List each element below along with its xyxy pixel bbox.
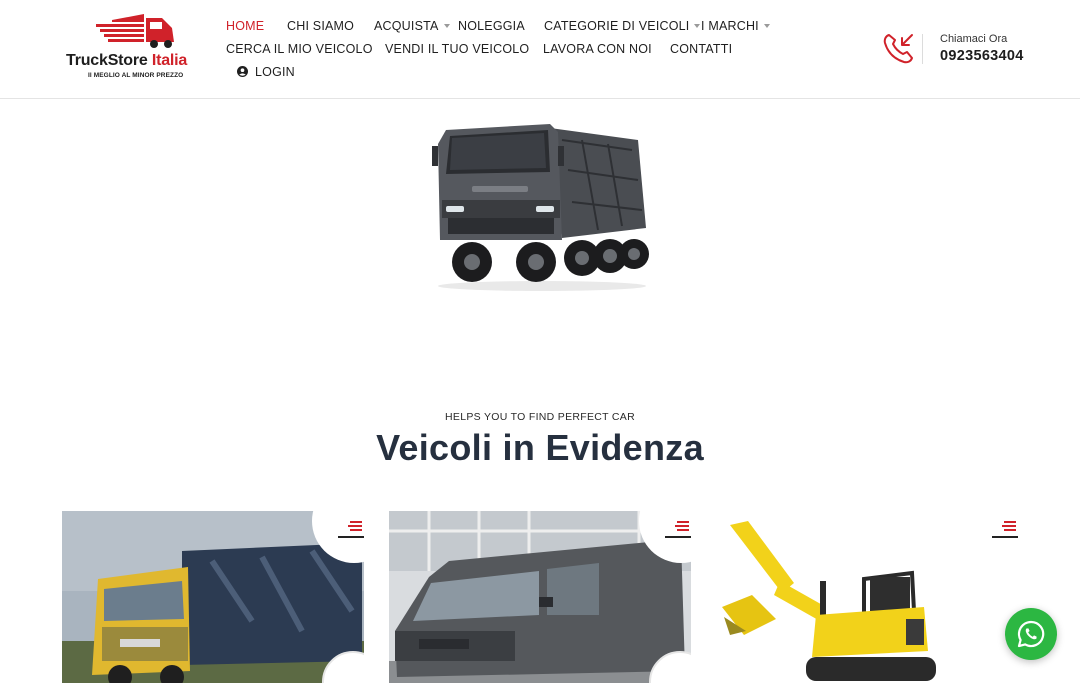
nav-contatti[interactable]: CONTATTI [670, 42, 732, 56]
brand-watermark-icon [992, 521, 1018, 538]
nav-marchi[interactable]: I MARCHI [701, 19, 770, 33]
nav-chi-siamo[interactable]: CHI SIAMO [287, 19, 354, 33]
nav-marchi-label: I MARCHI [701, 19, 759, 33]
nav-home[interactable]: HOME [226, 19, 264, 33]
nav-categorie-label: CATEGORIE DI VEICOLI [544, 19, 690, 33]
chevron-down-icon [443, 23, 450, 28]
contact-divider [922, 34, 923, 64]
nav-vendi-veicolo[interactable]: VENDI IL TUO VEICOLO [385, 42, 529, 56]
nav-login[interactable]: LOGIN [255, 65, 295, 79]
user-circle-icon [237, 66, 248, 77]
vehicle-card-mini-excavator[interactable] [716, 511, 1018, 683]
brand-logo[interactable]: TruckStore Italia Il MEGLIO AL MINOR PRE… [64, 10, 212, 84]
nav-lavora-con-noi[interactable]: LAVORA CON NOI [543, 42, 652, 56]
whatsapp-icon [1017, 620, 1045, 648]
nav-categorie[interactable]: CATEGORIE DI VEICOLI [544, 19, 701, 33]
hero-truck-image [432, 124, 649, 291]
nav-acquista[interactable]: ACQUISTA [374, 19, 450, 33]
section-title: Veicoli in Evidenza [376, 427, 704, 468]
brand-tagline: Il MEGLIO AL MINOR PREZZO [88, 72, 184, 79]
site-header: TruckStore Italia Il MEGLIO AL MINOR PRE… [0, 0, 1080, 99]
vehicle-card-man-truck[interactable] [62, 511, 364, 683]
chevron-down-icon [694, 23, 701, 28]
contact-phone-link[interactable]: 0923563404 [940, 48, 1024, 64]
contact-label: Chiamaci Ora [940, 33, 1008, 45]
vehicle-card-man-van[interactable] [389, 511, 691, 683]
section-kicker: HELPS YOU TO FIND PERFECT CAR [445, 411, 635, 423]
brand-watermark-icon [665, 521, 691, 538]
nav-acquista-label: ACQUISTA [374, 19, 439, 33]
brand-name: TruckStore Italia [66, 52, 188, 69]
phone-incoming-icon [883, 34, 913, 64]
nav-cerca-veicolo[interactable]: CERCA IL MIO VEICOLO [226, 42, 373, 56]
truck-logo-icon [96, 14, 174, 48]
whatsapp-chat-button[interactable] [1005, 608, 1057, 660]
chevron-down-icon [763, 23, 770, 28]
brand-watermark-icon [338, 521, 364, 538]
nav-noleggia[interactable]: NOLEGGIA [458, 19, 525, 33]
